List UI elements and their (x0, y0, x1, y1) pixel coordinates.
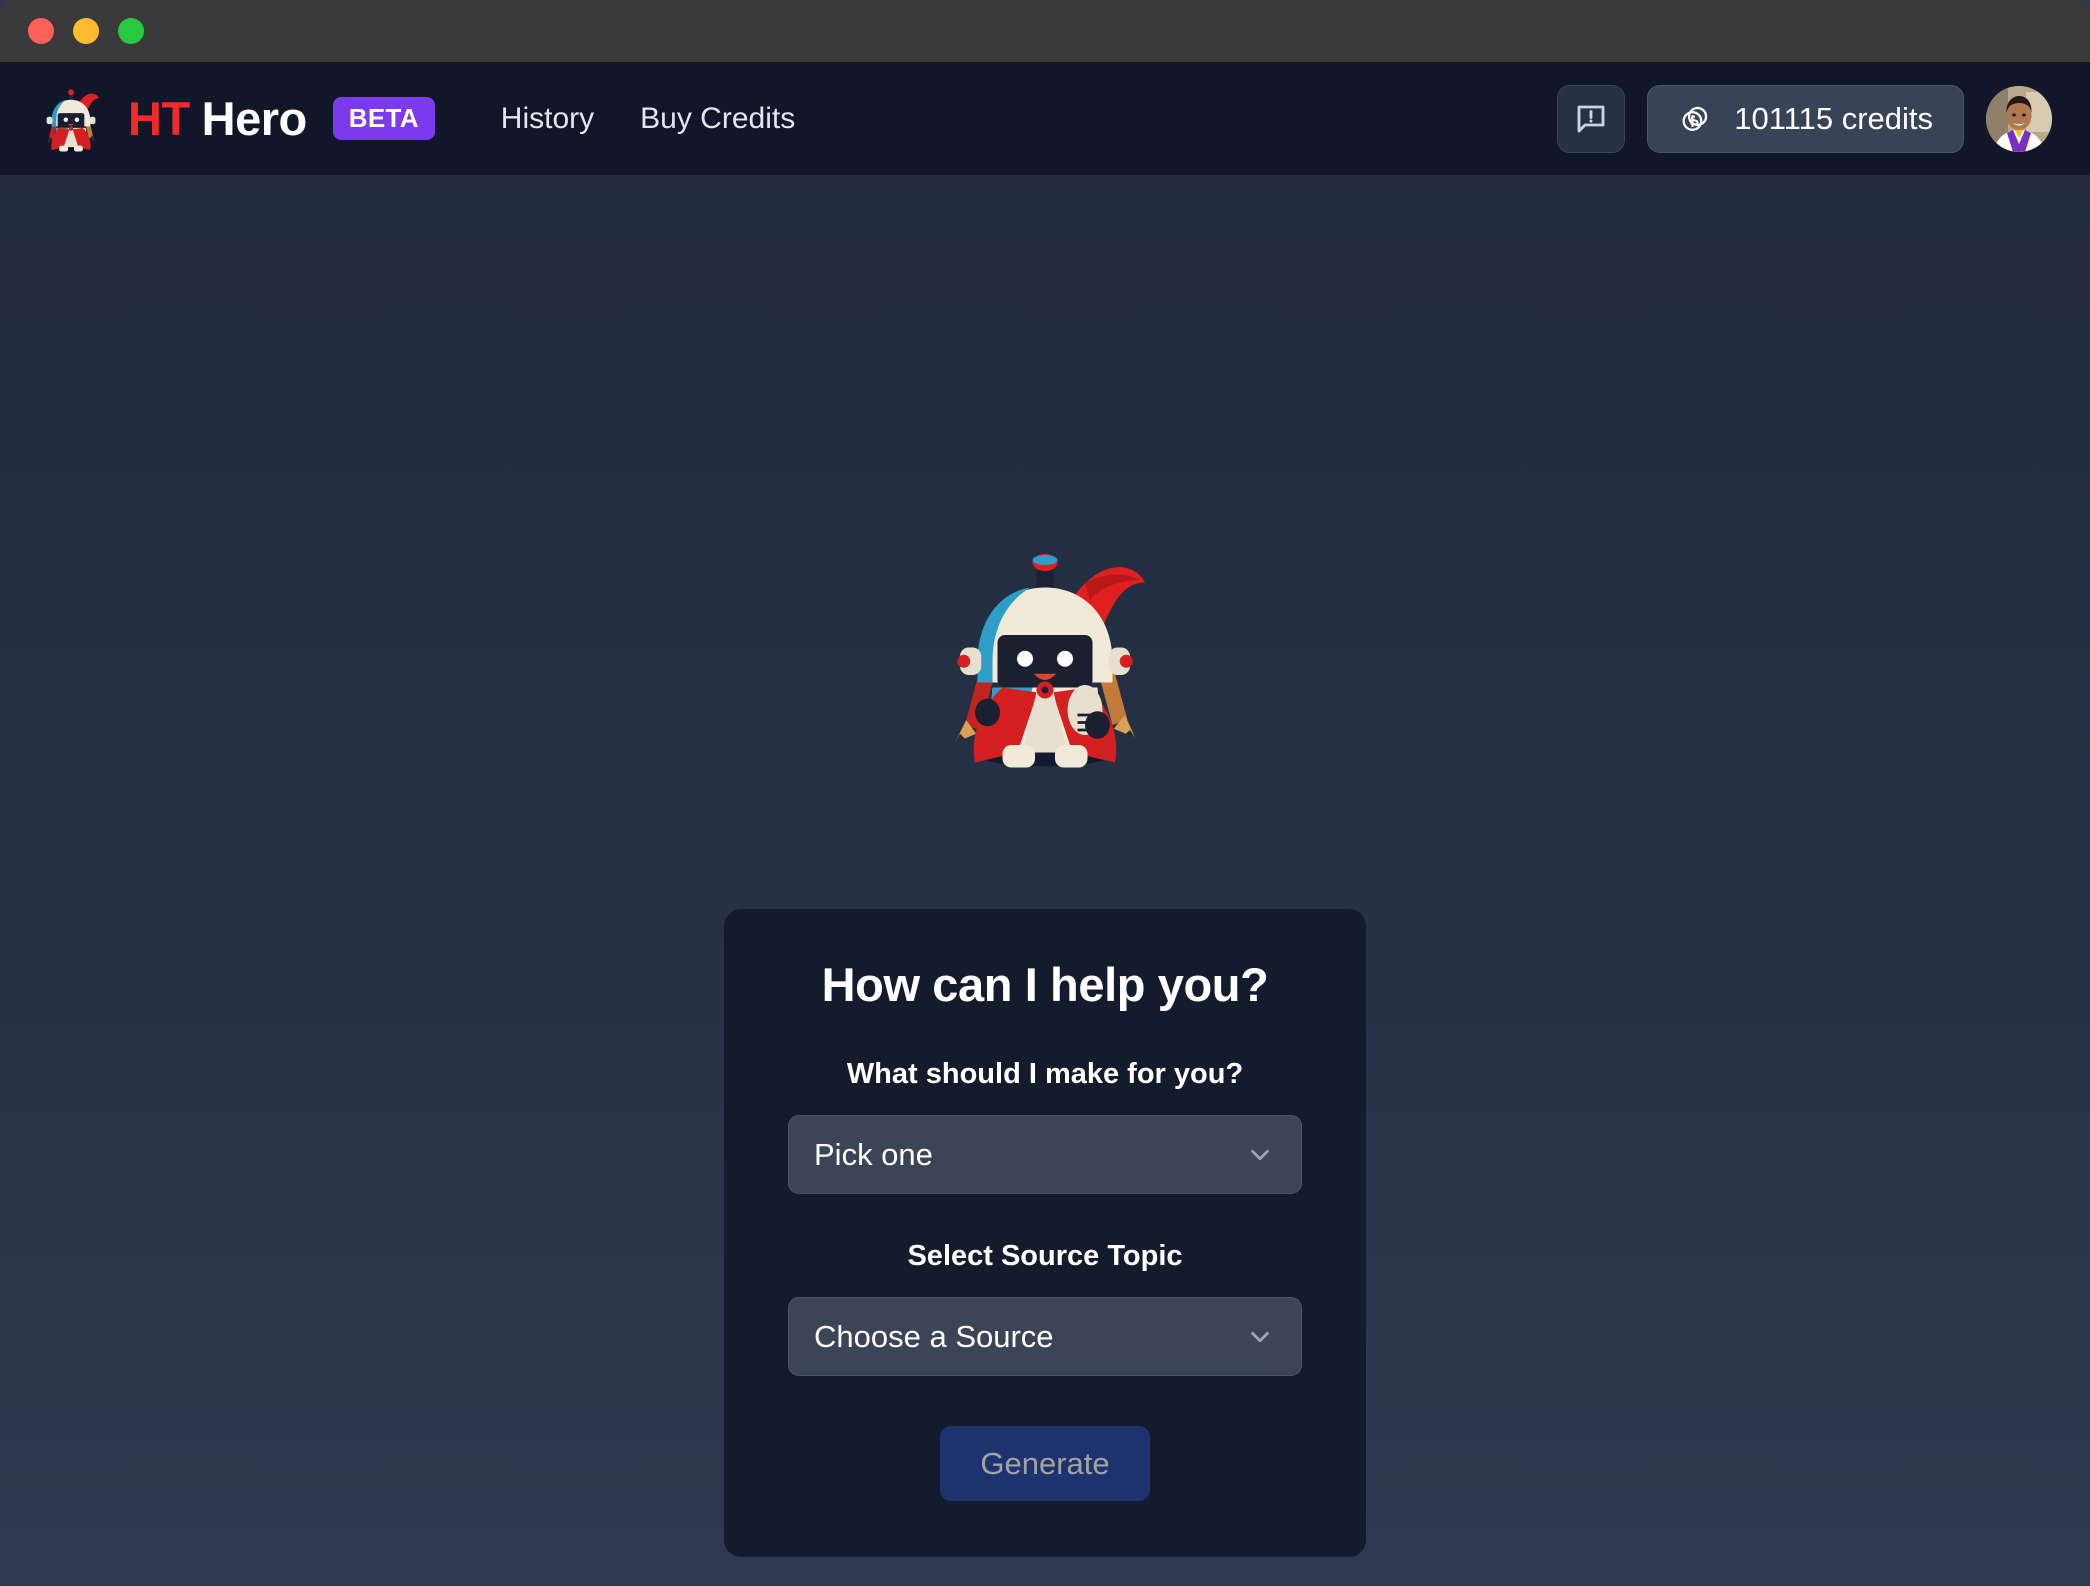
nav-item-history[interactable]: History (501, 102, 594, 136)
main-content: How can I help you? What should I make f… (0, 175, 2090, 1586)
feedback-button[interactable] (1557, 84, 1626, 153)
nav-item-buy-credits[interactable]: Buy Credits (640, 102, 795, 136)
window-zoom-button[interactable] (118, 18, 144, 44)
app-window: HT Hero BETA History Buy Credits 101115 … (0, 0, 2090, 1586)
make-type-select-value: Pick one (814, 1136, 933, 1172)
wordmark-hero: Hero (201, 92, 308, 145)
app-header: HT Hero BETA History Buy Credits 101115 … (0, 62, 2090, 175)
ht-hero-robot-logo-icon (46, 88, 100, 152)
source-topic-select-value: Choose a Source (814, 1318, 1054, 1354)
avatar-photo (1986, 85, 2052, 152)
brand-logo[interactable]: HT Hero BETA (34, 82, 435, 156)
make-type-select[interactable]: Pick one (788, 1115, 1302, 1194)
coins-icon (1682, 106, 1708, 131)
prompt-card: How can I help you? What should I make f… (724, 909, 1366, 1557)
window-close-button[interactable] (28, 18, 54, 44)
field-label-source: Select Source Topic (907, 1240, 1183, 1272)
credits-amount-label: 101115 credits (1734, 100, 1933, 136)
main-nav: History Buy Credits (501, 102, 795, 136)
window-titlebar (0, 0, 2090, 62)
chevron-down-icon (1251, 1331, 1269, 1342)
window-minimize-button[interactable] (73, 18, 99, 44)
card-title: How can I help you? (821, 958, 1269, 1011)
user-avatar[interactable] (1986, 85, 2052, 152)
wordmark-ht: HT (128, 92, 190, 145)
wordmark: HT Hero (128, 95, 307, 142)
generate-button[interactable]: Generate (940, 1426, 1150, 1501)
field-label-make: What should I make for you? (846, 1058, 1244, 1090)
chevron-down-icon (1251, 1149, 1269, 1160)
header-actions: 101115 credits (1557, 84, 2052, 153)
credits-button[interactable]: 101115 credits (1647, 84, 1964, 153)
beta-badge: BETA (332, 97, 435, 140)
ht-hero-robot-mascot (955, 554, 1145, 768)
speech-bubble-alert-icon (1577, 105, 1605, 132)
source-topic-select[interactable]: Choose a Source (788, 1297, 1302, 1376)
